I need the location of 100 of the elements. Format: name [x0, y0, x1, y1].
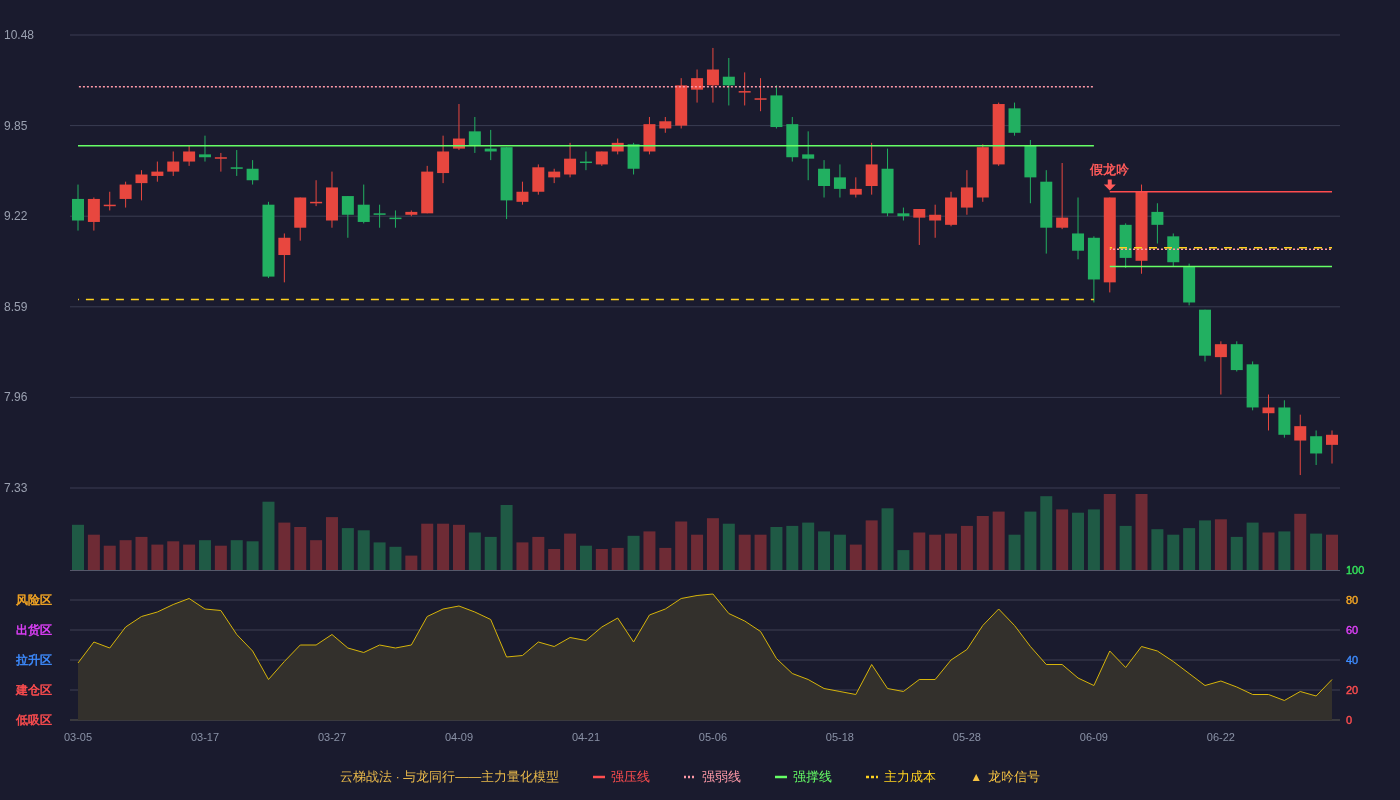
candlestick	[72, 184, 84, 232]
candlestick	[1183, 263, 1196, 306]
date-label: 06-09	[1079, 731, 1108, 743]
candlestick	[1072, 197, 1085, 260]
candlestick	[1246, 360, 1259, 411]
candlestick	[1024, 139, 1037, 204]
candlestick	[1199, 309, 1211, 362]
candlestick	[151, 161, 164, 183]
candlestick	[1294, 414, 1307, 476]
candlestick	[627, 142, 640, 175]
legend-label: 强弱线	[702, 768, 742, 787]
candlestick	[389, 209, 402, 229]
candlestick	[659, 116, 672, 134]
candlestick	[516, 181, 529, 206]
candlestick	[786, 116, 799, 163]
candlestick	[675, 77, 688, 129]
candlestick	[183, 145, 196, 167]
candlestick	[437, 135, 450, 184]
date-label: 04-09	[444, 731, 474, 743]
candlestick	[770, 84, 783, 129]
axis-label: 10.48	[4, 28, 35, 42]
candlestick	[1056, 162, 1069, 230]
candlestick	[532, 163, 545, 196]
legend-title: 云梯战法 · 与龙同行——主力量化模型	[339, 768, 560, 787]
zone-label: 拉升区	[16, 653, 52, 667]
date-label: 03-17	[190, 731, 220, 743]
candlestick	[691, 69, 704, 104]
date-label: 03-05	[63, 731, 93, 743]
candlestick	[548, 168, 561, 184]
candlestick	[802, 130, 815, 181]
axis-label: 0	[1346, 714, 1353, 726]
candlestick	[595, 151, 608, 167]
axis-label: 9.85	[4, 118, 28, 133]
candlestick	[484, 129, 497, 161]
date-label: 03-27	[317, 731, 347, 743]
candlestick	[452, 103, 465, 151]
candlestick	[913, 208, 926, 246]
candlestick	[357, 184, 370, 224]
candlestick	[897, 207, 910, 221]
candlestick	[833, 163, 846, 198]
candlestick	[706, 47, 719, 104]
candlestick	[1230, 340, 1243, 372]
legend-label: 强压线	[611, 768, 651, 787]
date-label: 05-28	[952, 731, 981, 743]
candlestick	[929, 204, 942, 239]
candlestick	[310, 179, 323, 207]
candlestick	[1151, 202, 1164, 244]
candlestick	[103, 191, 116, 211]
down-arrow-icon	[1103, 179, 1116, 191]
legend-label: 主力成本	[884, 768, 937, 787]
zone-label: 低吸区	[16, 713, 52, 727]
candlestick	[119, 181, 132, 209]
legend-label: 龙吟信号	[988, 768, 1041, 787]
candlestick	[278, 232, 291, 283]
candlestick	[373, 204, 386, 229]
candlestick	[246, 159, 259, 186]
axis-label: 7.96	[4, 390, 28, 405]
candlestick	[1214, 340, 1227, 395]
candlestick	[722, 57, 735, 106]
candlestick	[1278, 399, 1291, 439]
axis-label: 40	[1346, 654, 1359, 666]
candlestick	[167, 151, 180, 177]
triangle-icon: ▲	[970, 768, 983, 786]
axis-label: 80	[1346, 594, 1359, 606]
candlestick	[738, 71, 751, 106]
candlestick	[230, 149, 243, 177]
candlestick	[976, 143, 989, 203]
candlestick	[945, 191, 958, 227]
candlestick	[326, 171, 338, 229]
candlestick	[199, 135, 211, 163]
date-label: 04-21	[571, 731, 600, 743]
candlestick	[341, 195, 354, 239]
candlestick	[1262, 394, 1275, 431]
axis-label: 7.33	[4, 481, 28, 495]
candlestick	[405, 209, 418, 217]
legend-label: 强撑线	[793, 768, 833, 787]
candlestick	[294, 197, 307, 242]
candlestick	[849, 176, 862, 198]
zone-label: 出货区	[16, 623, 52, 637]
candlestick	[992, 102, 1005, 167]
axis-label: 100	[1346, 564, 1365, 576]
signal-label: 假龙吟	[1090, 161, 1130, 177]
candlestick	[1310, 430, 1323, 466]
axis-label: 60	[1346, 624, 1359, 636]
candlestick	[214, 152, 227, 173]
candlestick	[1008, 102, 1021, 137]
candlestick	[421, 165, 434, 214]
zone-label: 建仓区	[16, 683, 52, 697]
date-label: 05-18	[825, 731, 854, 743]
candlestick	[468, 116, 481, 154]
candlestick	[960, 169, 973, 216]
candlestick	[643, 116, 656, 155]
candlestick	[87, 197, 100, 232]
axis-label: 20	[1346, 684, 1359, 696]
candlestick	[881, 148, 894, 217]
candlestick	[1167, 232, 1180, 268]
candlestick	[1087, 235, 1100, 303]
candlestick	[865, 142, 878, 196]
candlestick	[818, 159, 831, 198]
zone-label: 风险区	[16, 593, 52, 607]
